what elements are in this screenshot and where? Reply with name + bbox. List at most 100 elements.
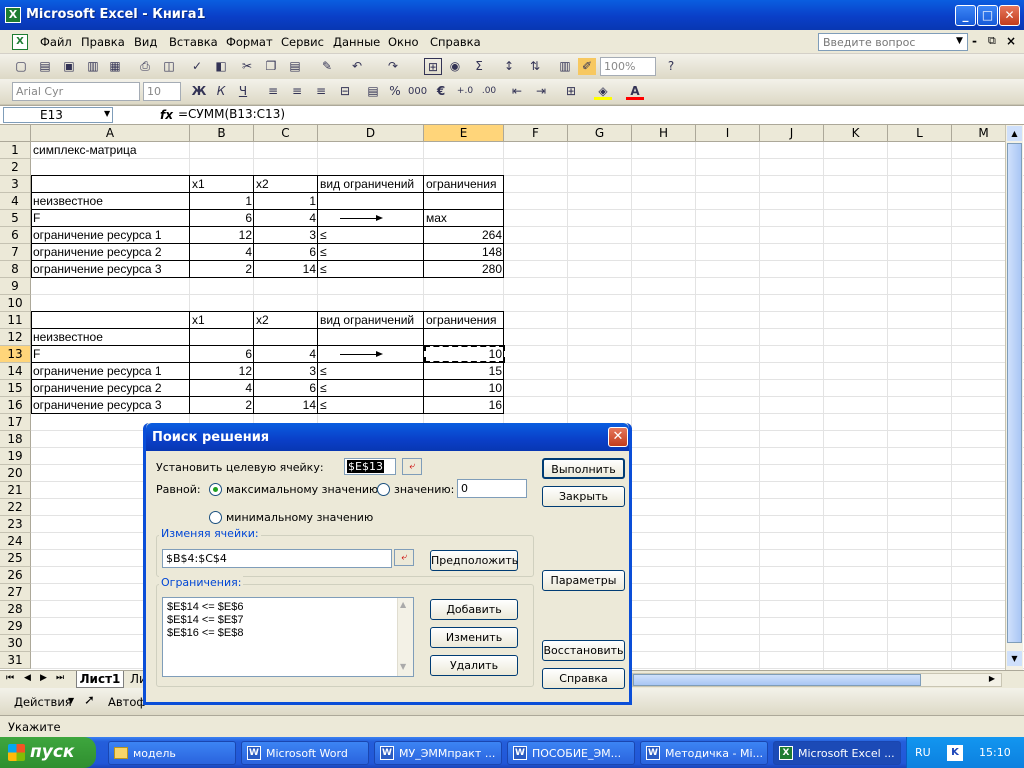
excel-app-icon[interactable]: X: [5, 7, 21, 23]
copy-icon[interactable]: ❐: [262, 58, 280, 75]
close-icon[interactable]: ✕: [999, 5, 1020, 26]
help-question-input[interactable]: Введите вопрос: [818, 33, 968, 51]
row-header-7[interactable]: 7: [0, 244, 31, 261]
scroll-right-icon[interactable]: ▶: [985, 674, 999, 686]
cell-a1[interactable]: симплекс-матрица: [31, 142, 190, 159]
borders-icon[interactable]: ⊞: [562, 83, 580, 100]
cell-b4[interactable]: 1: [190, 193, 254, 210]
cell-d3[interactable]: вид ограничений: [318, 176, 424, 193]
row-header-5[interactable]: 5: [0, 210, 31, 227]
hscroll-thumb[interactable]: [633, 674, 921, 686]
cell-b14[interactable]: 12: [190, 363, 254, 380]
row-header-31[interactable]: 31: [0, 652, 31, 669]
menu-data[interactable]: Данные: [333, 35, 380, 49]
active-cell-selection[interactable]: [424, 345, 505, 363]
task-metodichka[interactable]: W Методичка - Mi...: [640, 741, 768, 765]
radio-max[interactable]: [209, 483, 222, 496]
currency-icon[interactable]: ▤: [364, 83, 382, 100]
name-box-dropdown-icon[interactable]: ▼: [104, 109, 110, 118]
autosum-icon[interactable]: Σ: [470, 58, 488, 75]
sheet-tab-1[interactable]: Лист1: [76, 671, 124, 688]
percent-icon[interactable]: %: [386, 83, 404, 100]
cell-e5[interactable]: мах: [424, 210, 504, 227]
row-header-26[interactable]: 26: [0, 567, 31, 584]
cell-e15[interactable]: 10: [424, 380, 504, 397]
col-header-e[interactable]: E: [424, 125, 504, 142]
row-header-14[interactable]: 14: [0, 363, 31, 380]
new-icon[interactable]: ▢: [12, 58, 30, 75]
next-sheet-icon[interactable]: ▶: [40, 673, 47, 683]
menu-view[interactable]: Вид: [134, 35, 157, 49]
cell-b3[interactable]: x1: [190, 176, 254, 193]
row-header-22[interactable]: 22: [0, 499, 31, 516]
cell-d14[interactable]: ≤: [318, 363, 424, 380]
decrease-decimal-icon[interactable]: .00: [480, 83, 498, 100]
constraints-list[interactable]: $E$14 <= $E$6 $E$14 <= $E$7 $E$16 <= $E$…: [162, 597, 414, 677]
zoom-select[interactable]: 100%: [600, 57, 656, 76]
vertical-scrollbar[interactable]: ▲ ▼: [1005, 125, 1023, 670]
col-header-j[interactable]: J: [760, 125, 824, 142]
task-posobie[interactable]: W ПОСОБИЕ_ЭМ...: [507, 741, 635, 765]
align-center-icon[interactable]: ≡: [288, 83, 306, 100]
col-header-b[interactable]: B: [190, 125, 254, 142]
cell-c4[interactable]: 1: [254, 193, 318, 210]
align-right-icon[interactable]: ≡: [312, 83, 330, 100]
col-header-k[interactable]: K: [824, 125, 888, 142]
draw-actions-menu[interactable]: Действия: [14, 695, 72, 709]
row-header-24[interactable]: 24: [0, 533, 31, 550]
change-constraint-button[interactable]: Изменить: [430, 627, 518, 648]
radio-value[interactable]: [377, 483, 390, 496]
cell-e16[interactable]: 16: [424, 397, 504, 414]
row-header-17[interactable]: 17: [0, 414, 31, 431]
target-cell-picker-icon[interactable]: ⤶: [402, 458, 422, 475]
row-header-23[interactable]: 23: [0, 516, 31, 533]
doc-minimize-icon[interactable]: -: [972, 34, 977, 48]
menu-file[interactable]: Файл: [40, 35, 72, 49]
menu-insert[interactable]: Вставка: [169, 35, 218, 49]
language-indicator[interactable]: RU: [915, 746, 931, 759]
keyboard-icon[interactable]: K: [947, 745, 963, 761]
col-header-i[interactable]: I: [696, 125, 760, 142]
name-box[interactable]: E13: [3, 107, 113, 123]
cell-e6[interactable]: 264: [424, 227, 504, 244]
autoshapes-menu[interactable]: Автоф: [108, 695, 146, 709]
permission-icon[interactable]: ▥: [84, 58, 102, 75]
increase-indent-icon[interactable]: ⇥: [532, 83, 550, 100]
menu-edit[interactable]: Правка: [81, 35, 125, 49]
col-header-f[interactable]: F: [504, 125, 568, 142]
sort-asc-icon[interactable]: ↕: [500, 58, 518, 75]
constraints-scroll-up-icon[interactable]: ▲: [400, 600, 406, 609]
delete-constraint-button[interactable]: Удалить: [430, 655, 518, 676]
drawing-icon[interactable]: ✐: [578, 58, 596, 75]
cell-a13[interactable]: F: [31, 346, 190, 363]
row-header-6[interactable]: 6: [0, 227, 31, 244]
cell-b8[interactable]: 2: [190, 261, 254, 278]
cell-a8[interactable]: ограничение ресурса 3: [31, 261, 190, 278]
undo-icon[interactable]: ↶: [348, 58, 366, 75]
underline-icon[interactable]: Ч: [234, 83, 252, 100]
menu-help[interactable]: Справка: [430, 35, 481, 49]
paste-icon[interactable]: ▤: [286, 58, 304, 75]
row-header-21[interactable]: 21: [0, 482, 31, 499]
cell-a6[interactable]: ограничение ресурса 1: [31, 227, 190, 244]
cell-e11[interactable]: ограничения: [424, 312, 504, 329]
email-icon[interactable]: ▦: [106, 58, 124, 75]
col-header-g[interactable]: G: [568, 125, 632, 142]
hyperlink-icon[interactable]: ⊞: [424, 58, 442, 75]
insert-function-icon[interactable]: fx: [160, 108, 173, 122]
cell-c16[interactable]: 14: [254, 397, 318, 414]
cell-e7[interactable]: 148: [424, 244, 504, 261]
target-cell-input[interactable]: $E$13: [344, 458, 396, 475]
cell-d15[interactable]: ≤: [318, 380, 424, 397]
radio-min[interactable]: [209, 511, 222, 524]
font-size-select[interactable]: 10: [143, 82, 181, 101]
row-header-11[interactable]: 11: [0, 312, 31, 329]
col-header-h[interactable]: H: [632, 125, 696, 142]
draw-actions-dropdown-icon[interactable]: ▼: [68, 696, 74, 705]
row-header-1[interactable]: 1: [0, 142, 31, 159]
row-header-28[interactable]: 28: [0, 601, 31, 618]
redo-icon[interactable]: ↷: [384, 58, 402, 75]
row-header-29[interactable]: 29: [0, 618, 31, 635]
cell-c14[interactable]: 3: [254, 363, 318, 380]
value-of-input[interactable]: 0: [457, 479, 527, 498]
